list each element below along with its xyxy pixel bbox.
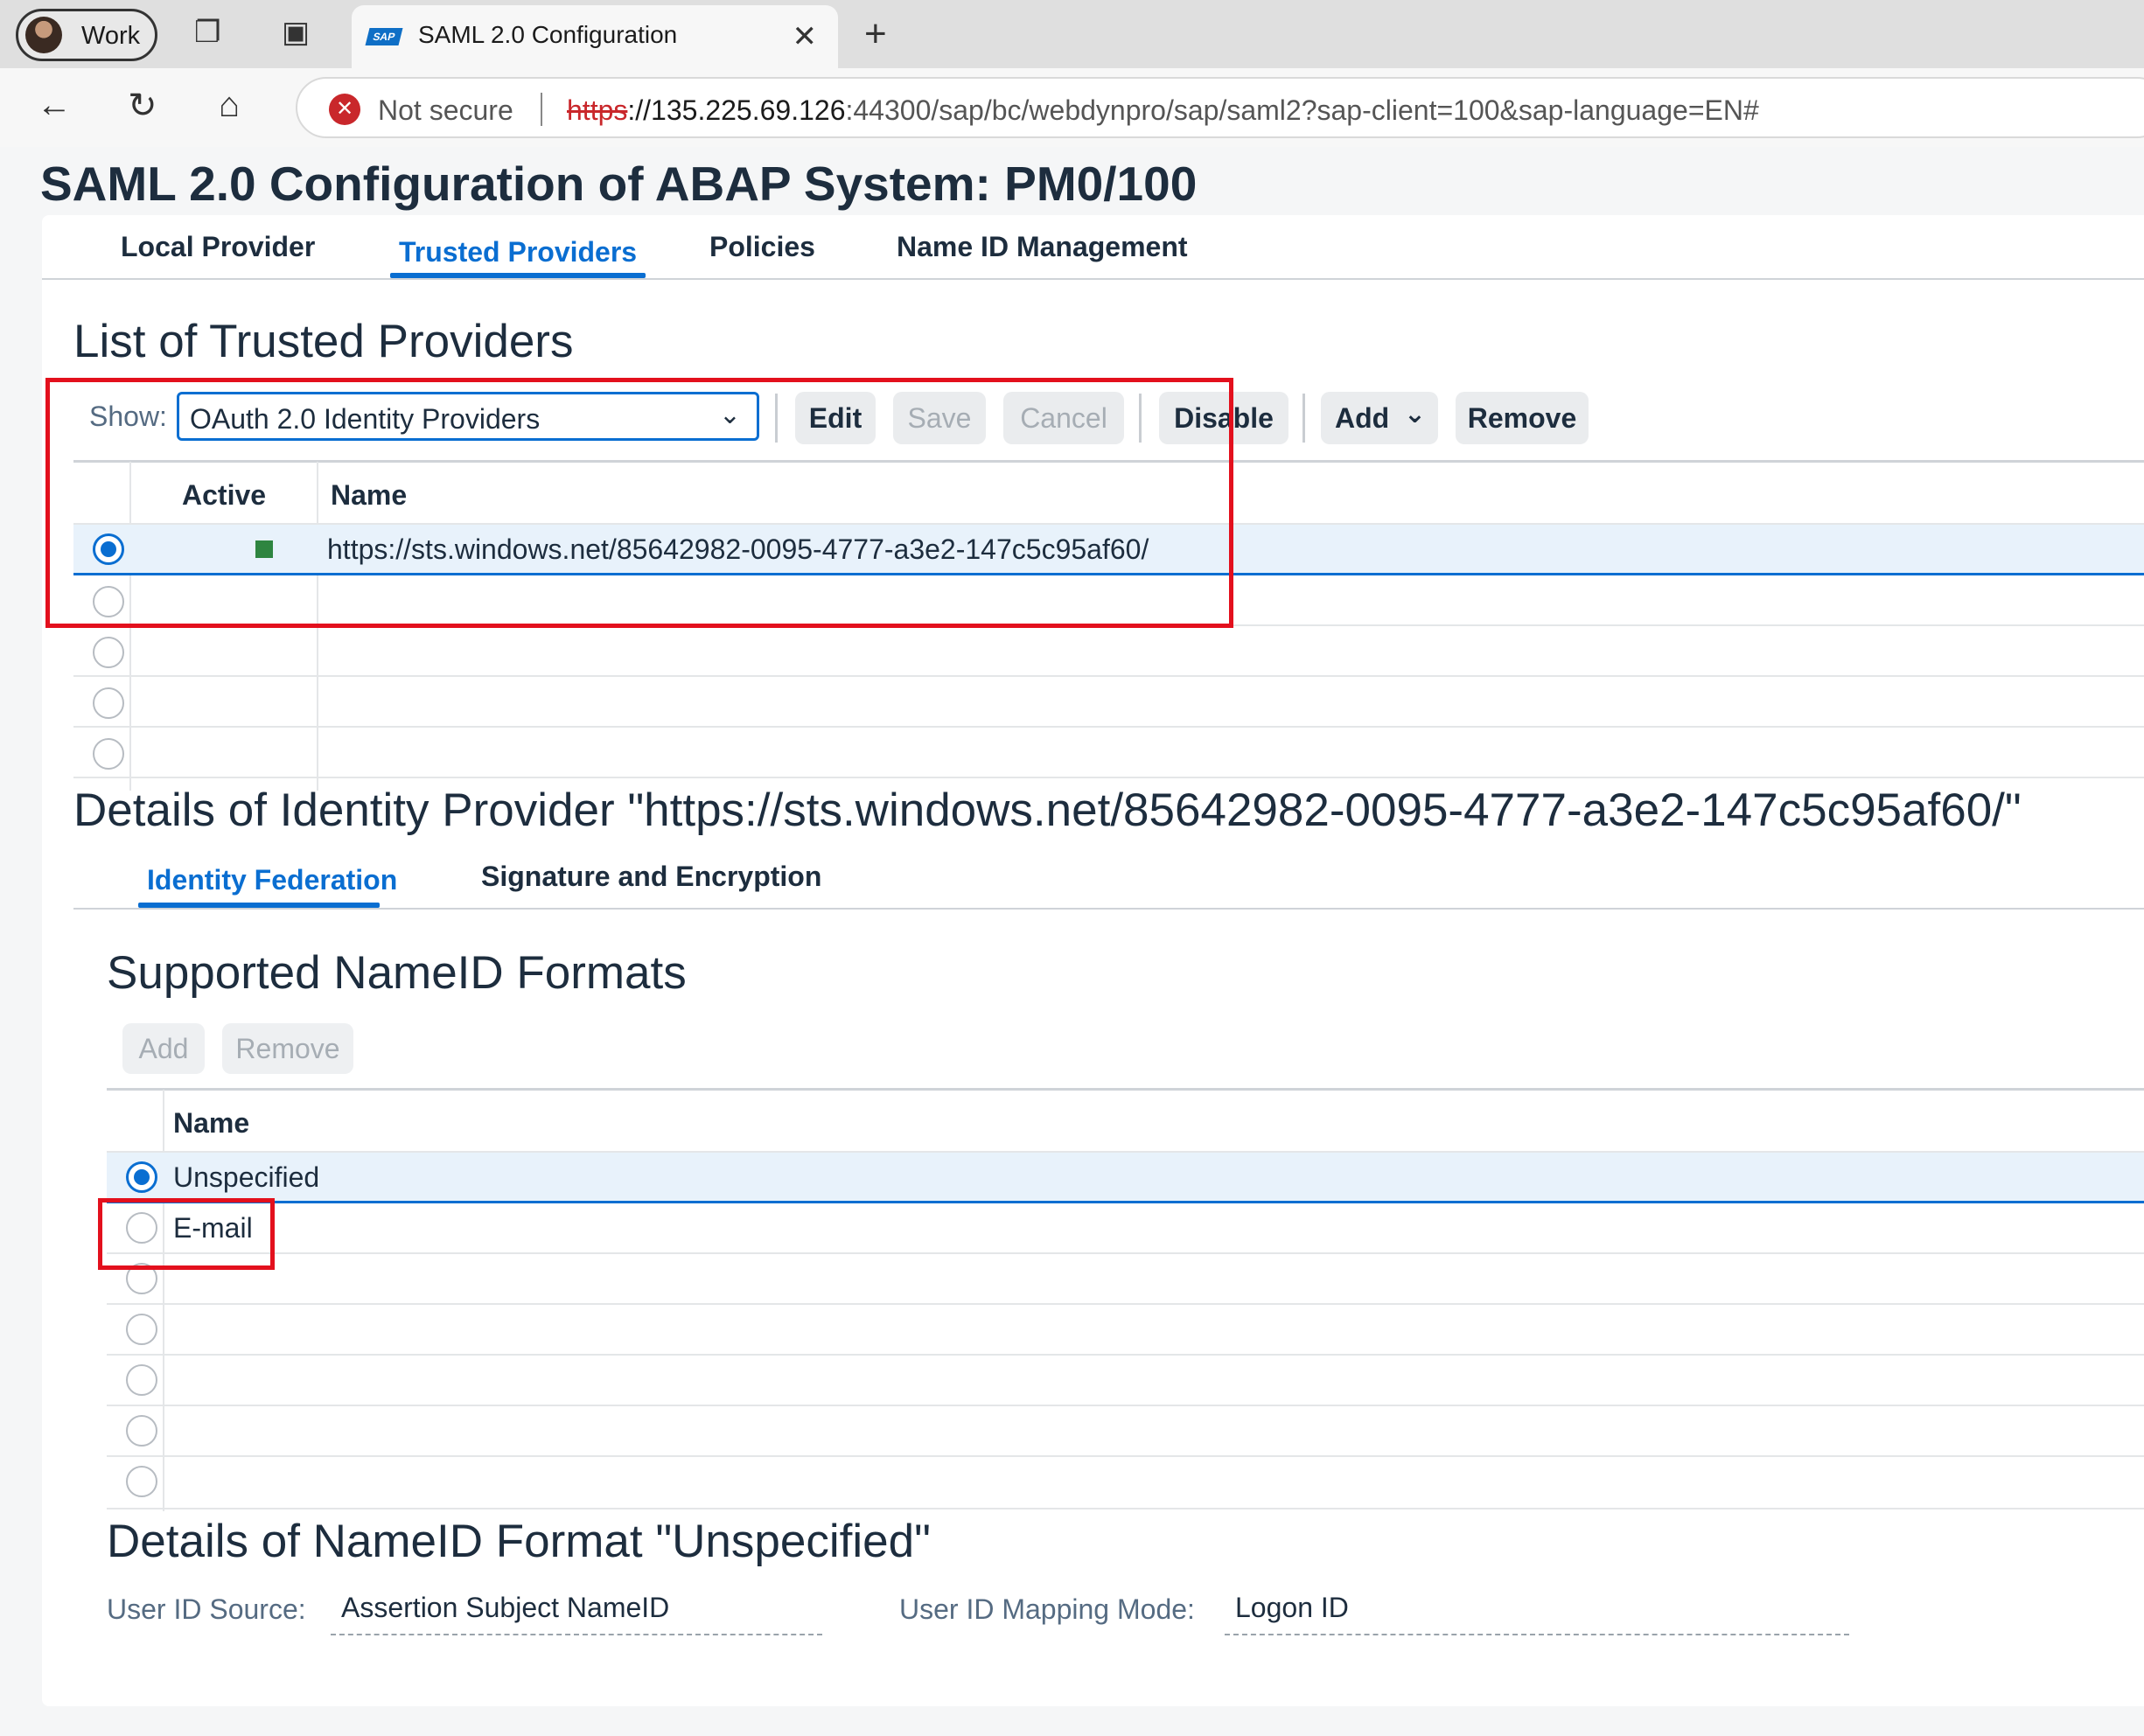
column-header-name[interactable]: Name — [173, 1107, 249, 1140]
page-title: SAML 2.0 Configuration of ABAP System: P… — [40, 157, 1198, 211]
content-panel: Local Provider Trusted Providers Policie… — [42, 215, 2144, 1706]
back-arrow-icon[interactable]: ← — [37, 86, 72, 125]
row-select-radio[interactable] — [126, 1161, 157, 1193]
nameid-table-top-border — [107, 1088, 2144, 1091]
close-tab-icon[interactable]: ✕ — [793, 19, 818, 54]
row-select-radio[interactable] — [126, 1364, 157, 1396]
tab-name-id-management[interactable]: Name ID Management — [897, 231, 1188, 263]
user-id-mapping-label: User ID Mapping Mode: — [899, 1593, 1195, 1625]
new-tab-icon[interactable]: + — [864, 12, 887, 56]
not-secure-icon[interactable]: ✕ — [329, 94, 360, 125]
url-scheme: https — [567, 94, 628, 126]
active-subtab-indicator — [138, 903, 380, 908]
table-row-divider — [107, 1405, 2144, 1406]
table-row-divider — [107, 1508, 2144, 1509]
active-tab-indicator — [390, 273, 646, 278]
table-row-divider — [107, 1354, 2144, 1356]
tab-policies[interactable]: Policies — [709, 231, 815, 263]
workspaces-icon[interactable]: ❐ — [194, 17, 220, 47]
toolbar-separator — [1302, 394, 1305, 443]
table-row-divider — [107, 1455, 2144, 1457]
nameid-details-heading: Details of NameID Format "Unspecified" — [107, 1516, 931, 1567]
tab-trusted-providers[interactable]: Trusted Providers — [399, 236, 637, 268]
tab-local-provider[interactable]: Local Provider — [121, 231, 315, 263]
subtab-bar-border — [73, 908, 2144, 910]
idp-details-heading: Details of Identity Provider "https://st… — [73, 784, 2022, 836]
row-select-radio[interactable] — [93, 637, 124, 668]
table-row-divider — [107, 1252, 2144, 1254]
reload-icon[interactable]: ↻ — [128, 86, 157, 126]
nameid-remove-button[interactable]: Remove — [222, 1023, 353, 1074]
row-select-radio[interactable] — [126, 1466, 157, 1497]
sap-favicon-icon: SAP — [365, 28, 403, 45]
chevron-down-icon: ⌄ — [1403, 400, 1426, 429]
user-id-mapping-value: Logon ID — [1225, 1592, 1849, 1635]
profile-label: Work — [81, 22, 141, 50]
row-select-radio[interactable] — [93, 738, 124, 770]
row-select-radio[interactable] — [126, 1415, 157, 1447]
url-field[interactable]: ✕ Not secure https://135.225.69.126:4430… — [296, 77, 2144, 138]
highlight-box — [98, 1198, 275, 1270]
table-row-divider — [107, 1303, 2144, 1305]
security-label[interactable]: Not secure — [378, 94, 513, 127]
table-row-divider — [73, 675, 2144, 677]
tab-signature-encryption[interactable]: Signature and Encryption — [481, 861, 821, 893]
url-host: ://135.225.69.126 — [627, 94, 846, 126]
profile-avatar — [25, 17, 62, 53]
table-row-divider — [73, 726, 2144, 728]
user-id-source-label: User ID Source: — [107, 1593, 306, 1625]
nameid-add-button[interactable]: Add — [122, 1023, 205, 1074]
browser-tab-active[interactable]: SAP SAML 2.0 Configuration ✕ — [352, 5, 838, 68]
url-text[interactable]: https://135.225.69.126:44300/sap/bc/webd… — [567, 94, 1759, 127]
sap-page: SAML 2.0 Configuration of ABAP System: P… — [7, 149, 2144, 1736]
vertical-tabs-icon[interactable]: ▣ — [282, 17, 310, 47]
row-select-radio[interactable] — [93, 687, 124, 719]
table-row-divider — [73, 777, 2144, 778]
browser-tab-strip: Work ❐ ▣ SAP SAML 2.0 Configuration ✕ + — [0, 0, 2144, 68]
tab-identity-federation[interactable]: Identity Federation — [147, 864, 397, 896]
add-button-label: Add — [1335, 402, 1390, 434]
main-tab-bar: Local Provider Trusted Providers Policie… — [42, 215, 2144, 280]
user-id-source-value: Assertion Subject NameID — [331, 1592, 822, 1635]
row-select-radio[interactable] — [126, 1314, 157, 1345]
highlight-box — [45, 378, 1233, 628]
url-path: :44300/sap/bc/webdynpro/sap/saml2?sap-cl… — [845, 94, 1759, 126]
add-menu-button[interactable]: Add ⌄ — [1321, 392, 1438, 444]
nameid-format-name[interactable]: Unspecified — [173, 1161, 319, 1194]
tab-title: SAML 2.0 Configuration — [418, 21, 678, 48]
trusted-providers-heading: List of Trusted Providers — [73, 316, 574, 367]
table-row[interactable]: Unspecified — [107, 1153, 2144, 1203]
profile-button[interactable]: Work — [16, 9, 157, 61]
browser-address-bar: ← ↻ ⌂ ✕ Not secure https://135.225.69.12… — [0, 68, 2144, 147]
remove-button[interactable]: Remove — [1456, 392, 1589, 444]
home-icon[interactable]: ⌂ — [219, 86, 240, 125]
nameid-formats-heading: Supported NameID Formats — [107, 947, 687, 999]
omnibox-separator — [541, 93, 542, 126]
